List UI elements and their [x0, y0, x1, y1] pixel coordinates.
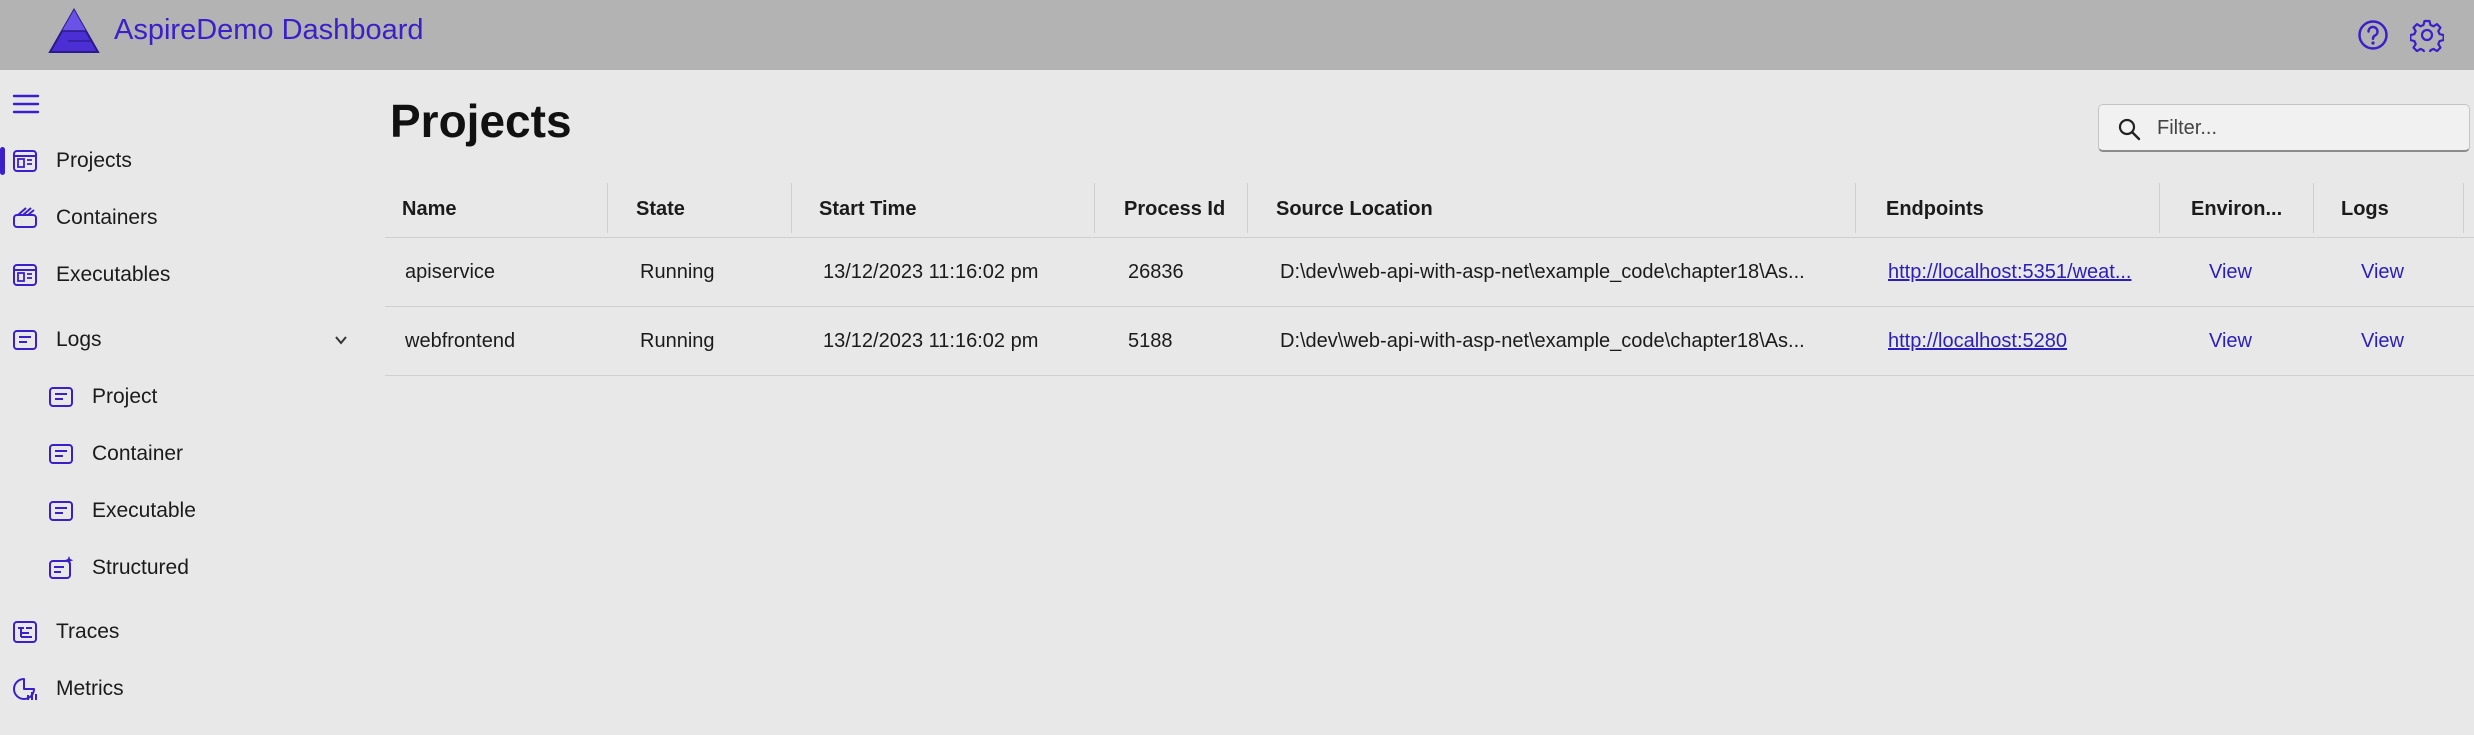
filter-input[interactable] — [2157, 113, 2457, 143]
sidebar-item-label: Traces — [56, 620, 120, 643]
projects-icon — [13, 150, 37, 172]
column-header-state[interactable]: State — [636, 180, 685, 238]
traces-icon — [13, 621, 37, 643]
containers-icon — [13, 207, 37, 228]
column-header-start-time[interactable]: Start Time — [819, 180, 916, 238]
cell-name: apiservice — [405, 261, 496, 283]
sidebar-item-logs-executable[interactable]: Executable — [0, 487, 360, 535]
column-header-logs[interactable]: Logs — [2341, 180, 2389, 238]
cell-name: webfrontend — [405, 330, 516, 352]
column-resize-handle[interactable] — [1855, 183, 1856, 233]
metrics-icon — [13, 678, 37, 700]
column-header-process-id[interactable]: Process Id — [1124, 180, 1225, 238]
active-indicator — [0, 147, 5, 175]
sidebar-item-label: Executable — [92, 499, 196, 522]
cell-start-time: 13/12/2023 11:16:02 pm — [823, 330, 1039, 352]
search-icon — [2118, 118, 2141, 141]
sidebar-item-executables[interactable]: Executables — [0, 251, 360, 299]
sidebar-item-label: Container — [92, 442, 184, 465]
column-resize-handle[interactable] — [607, 183, 608, 233]
sidebar-item-label: Project — [92, 385, 158, 408]
endpoint-link[interactable]: http://localhost:5351/weat... — [1888, 238, 2132, 307]
sidebar-item-logs-structured[interactable]: Structured — [0, 544, 360, 592]
log-container-icon — [49, 444, 73, 464]
sidebar: Projects Containers Executables Logs Pro… — [0, 70, 360, 735]
environment-view-link[interactable]: View — [2209, 307, 2252, 376]
cell-start-time: 13/12/2023 11:16:02 pm — [823, 261, 1039, 283]
cell-process-id: 26836 — [1128, 261, 1184, 283]
top-header: AspireDemo Dashboard — [0, 0, 2474, 70]
table-row: webfrontend Running 13/12/2023 11:16:02 … — [385, 307, 2474, 376]
column-header-name[interactable]: Name — [402, 180, 456, 238]
executables-icon — [13, 264, 37, 286]
app-title[interactable]: AspireDemo Dashboard — [114, 14, 423, 47]
environment-view-link[interactable]: View — [2209, 238, 2252, 307]
column-resize-handle[interactable] — [1094, 183, 1095, 233]
aspire-logo-icon — [48, 8, 100, 53]
cell-source-location: D:\dev\web-api-with-asp-net\example_code… — [1280, 261, 1805, 283]
column-header-environment[interactable]: Environ... — [2191, 180, 2282, 238]
column-resize-handle[interactable] — [1247, 183, 1248, 233]
sidebar-item-containers[interactable]: Containers — [0, 194, 360, 242]
cell-state: Running — [640, 330, 715, 352]
column-resize-handle[interactable] — [2313, 183, 2314, 233]
sidebar-item-metrics[interactable]: Metrics — [0, 665, 360, 713]
structured-logs-icon — [49, 556, 74, 579]
sidebar-item-projects[interactable]: Projects — [0, 137, 360, 185]
table-header: Name State Start Time Process Id Source … — [385, 180, 2474, 238]
cell-source-location: D:\dev\web-api-with-asp-net\example_code… — [1280, 330, 1805, 352]
log-project-icon — [49, 387, 73, 407]
sidebar-item-label: Executables — [56, 263, 171, 286]
cell-process-id: 5188 — [1128, 330, 1173, 352]
sidebar-item-label: Structured — [92, 556, 189, 579]
sidebar-item-logs-container[interactable]: Container — [0, 430, 360, 478]
column-header-source-location[interactable]: Source Location — [1276, 180, 1433, 238]
logs-view-link[interactable]: View — [2361, 307, 2404, 376]
log-executable-icon — [49, 501, 73, 521]
sidebar-item-logs[interactable]: Logs — [0, 316, 360, 364]
help-icon[interactable] — [2356, 18, 2390, 52]
column-resize-handle[interactable] — [2159, 183, 2160, 233]
logs-view-link[interactable]: View — [2361, 238, 2404, 307]
gear-icon[interactable] — [2410, 18, 2444, 52]
table-row: apiservice Running 13/12/2023 11:16:02 p… — [385, 238, 2474, 307]
projects-table: Name State Start Time Process Id Source … — [385, 180, 2474, 376]
column-resize-handle[interactable] — [791, 183, 792, 233]
sidebar-item-label: Logs — [56, 328, 102, 351]
sidebar-item-logs-project[interactable]: Project — [0, 373, 360, 421]
hamburger-menu-icon[interactable] — [12, 92, 40, 116]
column-header-endpoints[interactable]: Endpoints — [1886, 180, 1984, 238]
sidebar-item-traces[interactable]: Traces — [0, 608, 360, 656]
filter-field[interactable] — [2098, 104, 2470, 152]
column-resize-handle[interactable] — [2463, 183, 2464, 233]
logs-icon — [13, 330, 37, 350]
sidebar-item-label: Metrics — [56, 677, 124, 700]
endpoint-link[interactable]: http://localhost:5280 — [1888, 307, 2067, 376]
chevron-down-icon[interactable] — [333, 332, 349, 348]
sidebar-item-label: Projects — [56, 149, 132, 172]
page-title: Projects — [390, 95, 572, 147]
cell-state: Running — [640, 261, 715, 283]
sidebar-item-label: Containers — [56, 206, 158, 229]
